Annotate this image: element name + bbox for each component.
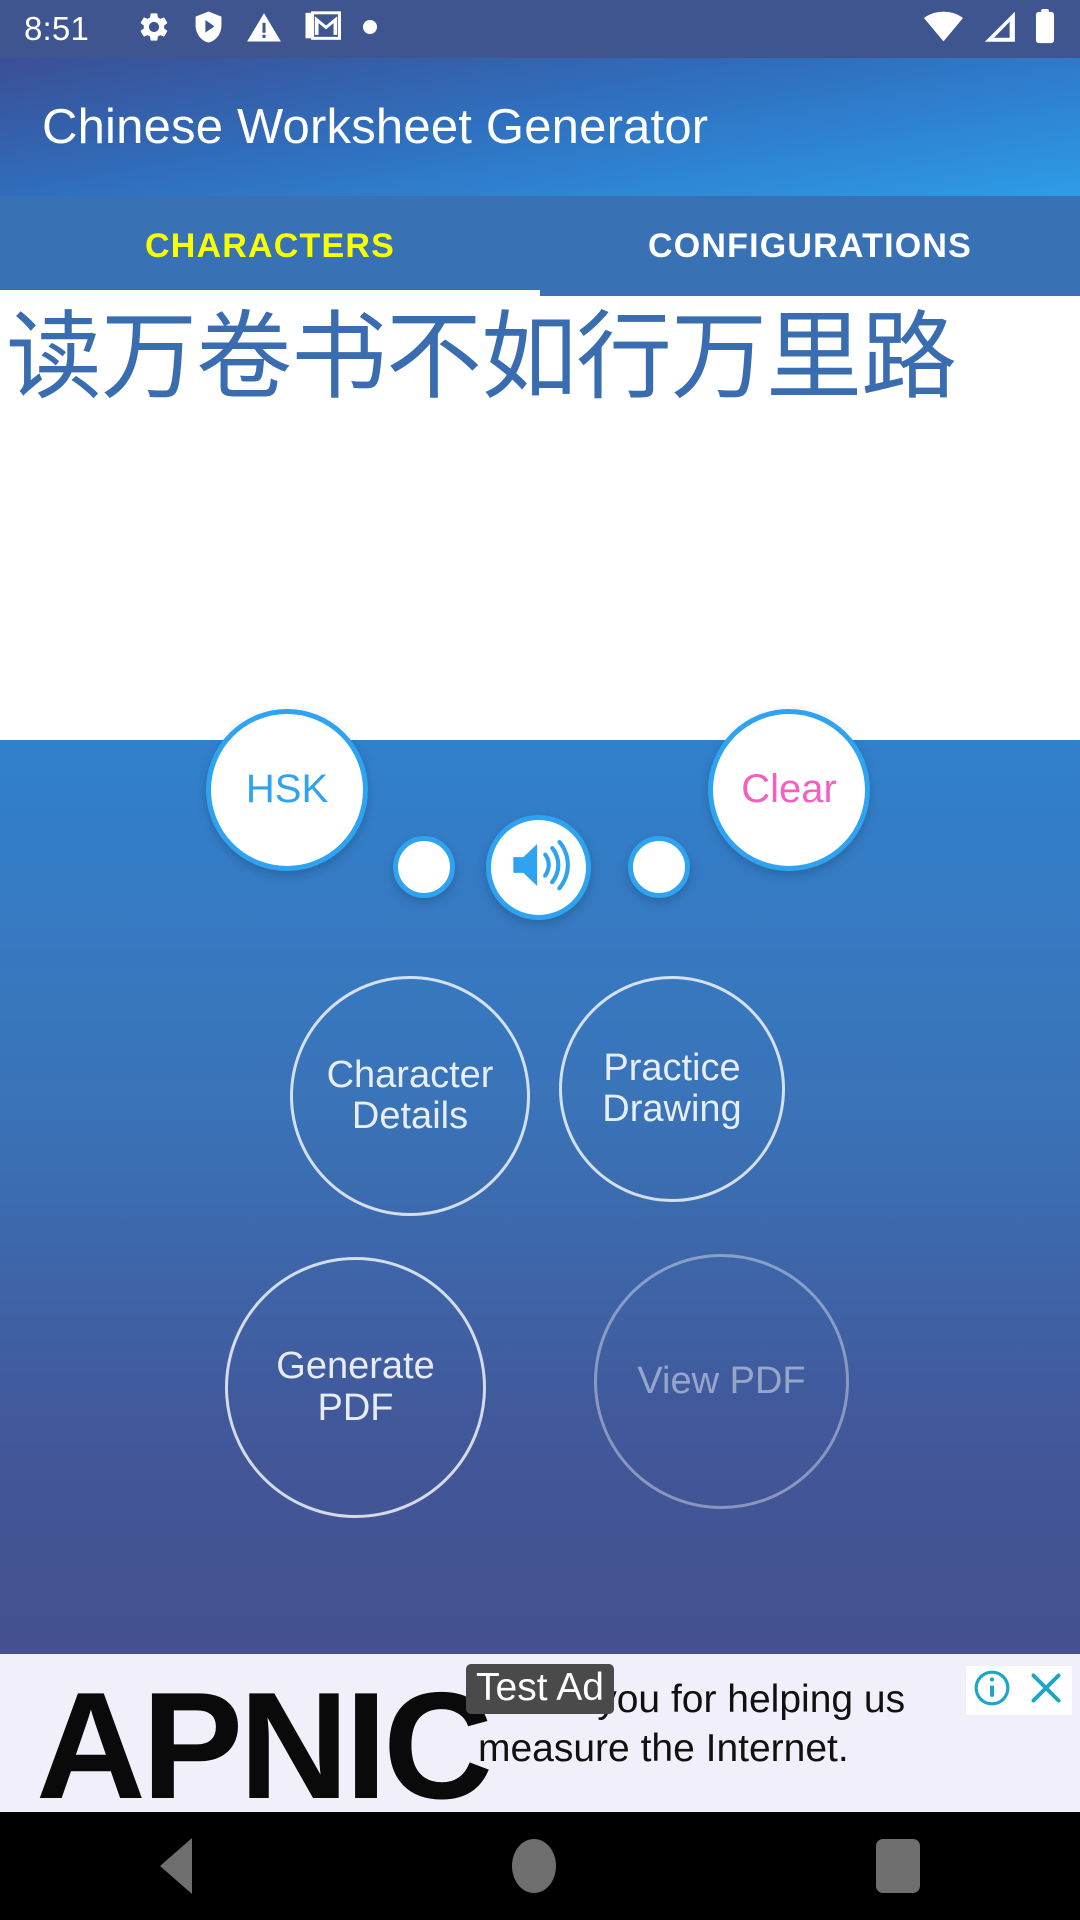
left-dot-button[interactable] — [393, 836, 455, 898]
character-details-label-line1: Character — [326, 1053, 494, 1096]
view-pdf-label: View PDF — [637, 1359, 806, 1402]
battery-icon — [1034, 9, 1056, 49]
speak-button[interactable] — [486, 815, 591, 920]
practice-drawing-label-line1: Practice — [603, 1046, 741, 1089]
close-x-icon[interactable] — [1026, 1668, 1066, 1713]
ad-test-badge: Test Ad — [466, 1664, 614, 1714]
practice-drawing-label: Practice Drawing — [602, 1046, 742, 1130]
status-bar-clock: 8:51 — [24, 10, 90, 47]
practice-drawing-label-line2: Drawing — [602, 1088, 742, 1130]
ad-banner[interactable]: APNIC Thank you for helping us measure t… — [0, 1654, 1080, 1812]
clear-button-label: Clear — [741, 767, 837, 812]
right-dot-button[interactable] — [628, 836, 690, 898]
volume-up-icon — [508, 837, 570, 898]
generate-pdf-label-line1: Generate — [276, 1345, 435, 1388]
generate-pdf-button[interactable]: Generate PDF — [225, 1257, 486, 1518]
warning-triangle-icon — [246, 10, 282, 49]
character-details-label-line2: Details — [351, 1095, 469, 1137]
generate-pdf-label: Generate PDF — [276, 1346, 434, 1428]
gear-icon — [137, 10, 171, 49]
clear-button[interactable]: Clear — [708, 709, 870, 871]
tab-bar: CHARACTERS CONFIGURATIONS — [0, 196, 1080, 296]
status-bar-left: 8:51 — [24, 10, 923, 49]
back-triangle-icon[interactable] — [160, 1838, 192, 1894]
shield-play-icon — [193, 10, 224, 49]
wifi-icon — [923, 10, 964, 49]
app-bar: Chinese Worksheet Generator — [0, 58, 1080, 196]
android-nav-bar — [0, 1812, 1080, 1920]
characters-display-area[interactable]: 读万卷书不如行万里路 — [0, 296, 1080, 740]
cellular-signal-icon — [980, 10, 1018, 49]
home-circle-icon[interactable] — [512, 1839, 556, 1893]
ad-controls — [966, 1666, 1072, 1715]
hsk-button[interactable]: HSK — [206, 709, 368, 871]
status-bar-right — [923, 9, 1056, 49]
info-circle-icon[interactable] — [972, 1668, 1012, 1713]
character-details-button[interactable]: Character Details — [290, 976, 530, 1216]
characters-text: 读万卷书不如行万里路 — [6, 301, 957, 413]
tab-configurations[interactable]: CONFIGURATIONS — [540, 196, 1080, 296]
dot-icon — [363, 19, 378, 39]
status-bar: 8:51 — [0, 0, 1080, 58]
page-title: Chinese Worksheet Generator — [42, 100, 709, 154]
recents-square-icon[interactable] — [876, 1839, 920, 1893]
character-details-label: Character Details — [326, 1053, 494, 1137]
ad-logo: APNIC — [36, 1661, 493, 1812]
generate-pdf-label-line2: PDF — [317, 1386, 394, 1429]
gmail-icon — [304, 10, 342, 49]
view-pdf-button[interactable]: View PDF — [594, 1254, 849, 1509]
hsk-button-label: HSK — [245, 767, 329, 812]
practice-drawing-button[interactable]: Practice Drawing — [559, 976, 785, 1202]
tab-characters[interactable]: CHARACTERS — [0, 196, 540, 296]
phone-screen: 8:51 Chinese Worksheet Generator CHARACT… — [0, 0, 1080, 1920]
